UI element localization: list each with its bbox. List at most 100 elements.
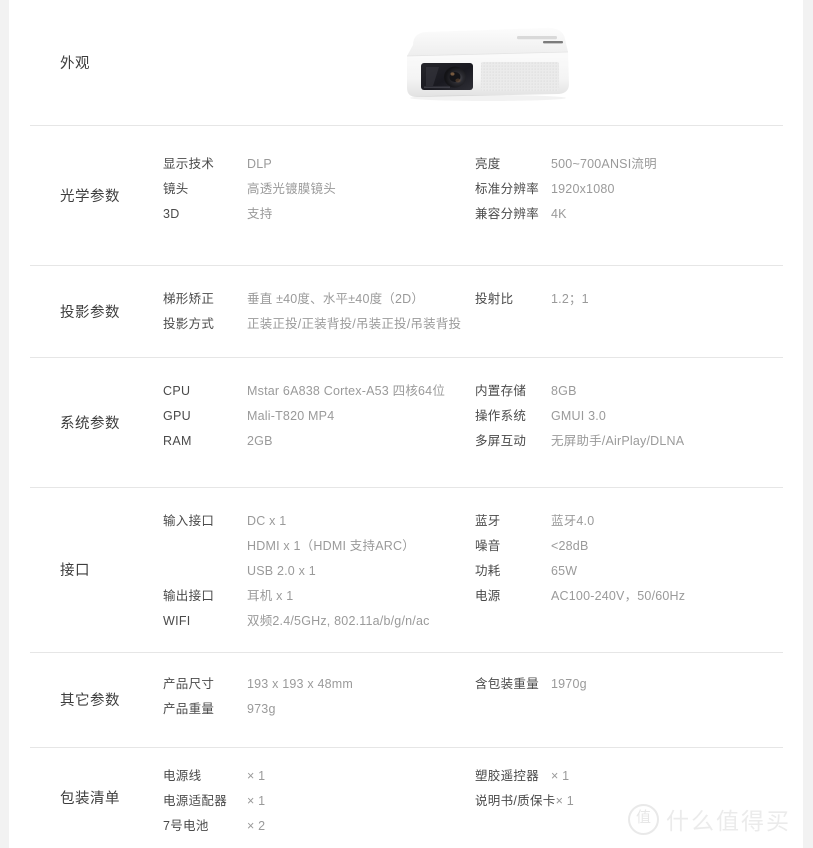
section-divider <box>30 487 783 488</box>
spec-key: 梯形矫正 <box>163 292 215 306</box>
spec-value: 高透光镀膜镜头 <box>247 182 336 196</box>
spec-key: 显示技术 <box>163 157 215 171</box>
section-other: 其它参数 产品尺寸 193 x 193 x 48mm 产品重量 973g 含包装… <box>9 652 803 747</box>
spec-row: 梯形矫正 垂直 ±40度、水平±40度（2D） <box>163 287 464 312</box>
spec-value: DC x 1 <box>247 514 287 528</box>
spec-row: 投射比 1.2；1 <box>475 287 803 312</box>
section-title-system: 系统参数 <box>60 415 120 432</box>
left-gutter <box>0 0 9 848</box>
spec-key: GPU <box>163 409 191 423</box>
section-divider <box>30 265 783 266</box>
appearance-title: 外观 <box>60 56 90 72</box>
spec-value: DLP <box>247 157 272 171</box>
section-columns: 显示技术 DLP 镜头 高透光镀膜镜头 3D 支持 亮度 500~700ANSI… <box>163 125 803 227</box>
spec-row: 噪音 <28dB <box>475 534 803 559</box>
spec-value: 973g <box>247 702 276 716</box>
spec-row: RAM 2GB <box>163 429 464 454</box>
spec-sheet: 外观 光学参数 显示技术 DLP 镜头 高透光镀膜镜头 3D 支持 亮度 500… <box>9 0 803 848</box>
spec-key: 电源适配器 <box>163 794 228 808</box>
section-divider <box>30 357 783 358</box>
projector-image <box>393 23 579 103</box>
spec-row: 蓝牙 蓝牙4.0 <box>475 509 803 534</box>
spec-key: 7号电池 <box>163 819 209 833</box>
left-column: CPU Mstar 6A838 Cortex-A53 四核64位 GPU Mal… <box>163 379 464 454</box>
spec-key: 多屏互动 <box>475 434 527 448</box>
spec-key: 投影方式 <box>163 317 215 331</box>
spec-key: 兼容分辨率 <box>475 207 540 221</box>
spec-key: 噪音 <box>475 539 501 553</box>
right-column: 含包装重量 1970g <box>464 672 803 697</box>
spec-row: WIFI 双频2.4/5GHz, 802.11a/b/g/n/ac <box>163 609 464 634</box>
spec-row: GPU Mali-T820 MP4 <box>163 404 464 429</box>
spec-row: 电源 AC100-240V，50/60Hz <box>475 584 803 609</box>
right-column: 投射比 1.2；1 <box>464 287 803 312</box>
spec-value: 500~700ANSI流明 <box>551 157 657 171</box>
spec-row: 含包装重量 1970g <box>475 672 803 697</box>
spec-row: 兼容分辨率 4K <box>475 202 803 227</box>
spec-key: 产品重量 <box>163 702 215 716</box>
spec-row: 投影方式 正装正投/正装背投/吊装正投/吊装背投 <box>163 312 464 337</box>
spec-value: 无屏助手/AirPlay/DLNA <box>551 434 685 448</box>
section-title-package: 包装清单 <box>60 791 120 807</box>
spec-row: HDMI x 1（HDMI 支持ARC） <box>163 534 464 559</box>
spec-value: 蓝牙4.0 <box>551 514 595 528</box>
spec-key: 蓝牙 <box>475 514 501 528</box>
section-divider <box>30 125 783 126</box>
spec-row: 说明书/质保卡 × 1 <box>475 789 803 814</box>
section-title-projection: 投影参数 <box>60 304 120 321</box>
spec-row: 功耗 65W <box>475 559 803 584</box>
spec-row: 多屏互动 无屏助手/AirPlay/DLNA <box>475 429 803 454</box>
spec-value: 2GB <box>247 434 273 448</box>
spec-key: 电源 <box>475 589 501 603</box>
spec-row: 电源适配器 × 1 <box>163 789 464 814</box>
section-package: 包装清单 电源线 × 1 电源适配器 × 1 7号电池 × 2 塑胶遥控器 × … <box>9 747 803 848</box>
spec-value: 1.2；1 <box>551 292 589 306</box>
section-optics: 光学参数 显示技术 DLP 镜头 高透光镀膜镜头 3D 支持 亮度 500~70… <box>9 125 803 265</box>
spec-row: 产品尺寸 193 x 193 x 48mm <box>163 672 464 697</box>
product-spec-page: 外观 光学参数 显示技术 DLP 镜头 高透光镀膜镜头 3D 支持 亮度 500… <box>0 0 813 848</box>
spec-value: GMUI 3.0 <box>551 409 607 423</box>
section-columns: 产品尺寸 193 x 193 x 48mm 产品重量 973g 含包装重量 19… <box>163 652 803 722</box>
spec-key: 内置存储 <box>475 384 527 398</box>
left-column: 电源线 × 1 电源适配器 × 1 7号电池 × 2 <box>163 764 464 839</box>
spec-row: 镜头 高透光镀膜镜头 <box>163 177 464 202</box>
spec-key: 含包装重量 <box>475 677 540 691</box>
spec-key: 标准分辨率 <box>475 182 540 196</box>
section-title-other: 其它参数 <box>60 693 120 709</box>
appearance-image-wrap <box>163 23 803 103</box>
spec-row: CPU Mstar 6A838 Cortex-A53 四核64位 <box>163 379 464 404</box>
section-columns: 输入接口 DC x 1 HDMI x 1（HDMI 支持ARC） USB 2.0… <box>163 487 803 634</box>
spec-key: CPU <box>163 384 191 398</box>
section-divider <box>30 652 783 653</box>
spec-row: 电源线 × 1 <box>163 764 464 789</box>
section-divider <box>30 747 783 748</box>
spec-row: 标准分辨率 1920x1080 <box>475 177 803 202</box>
left-column: 产品尺寸 193 x 193 x 48mm 产品重量 973g <box>163 672 464 722</box>
spec-value: 支持 <box>247 207 273 221</box>
spec-key: 塑胶遥控器 <box>475 769 540 783</box>
spec-key: 亮度 <box>475 157 501 171</box>
spec-value: 耳机 x 1 <box>247 589 294 603</box>
section-title-optics: 光学参数 <box>60 188 120 205</box>
spec-value: <28dB <box>551 539 589 553</box>
section-projection: 投影参数 梯形矫正 垂直 ±40度、水平±40度（2D） 投影方式 正装正投/正… <box>9 265 803 357</box>
spec-value: 8GB <box>551 384 577 398</box>
spec-row: 塑胶遥控器 × 1 <box>475 764 803 789</box>
spec-row: 输出接口 耳机 x 1 <box>163 584 464 609</box>
spec-key: 产品尺寸 <box>163 677 215 691</box>
left-column: 梯形矫正 垂直 ±40度、水平±40度（2D） 投影方式 正装正投/正装背投/吊… <box>163 287 464 337</box>
spec-key: 操作系统 <box>475 409 527 423</box>
spec-row: 7号电池 × 2 <box>163 814 464 839</box>
spec-key: WIFI <box>163 614 191 628</box>
spec-value: Mstar 6A838 Cortex-A53 四核64位 <box>247 384 446 398</box>
right-column: 内置存储 8GB 操作系统 GMUI 3.0 多屏互动 无屏助手/AirPlay… <box>464 379 803 454</box>
spec-key: 投射比 <box>475 292 514 306</box>
section-system: 系统参数 CPU Mstar 6A838 Cortex-A53 四核64位 GP… <box>9 357 803 487</box>
spec-value: × 1 <box>551 769 570 783</box>
spec-row: 亮度 500~700ANSI流明 <box>475 152 803 177</box>
spec-row: 内置存储 8GB <box>475 379 803 404</box>
spec-value: 1920x1080 <box>551 182 615 196</box>
spec-row: 显示技术 DLP <box>163 152 464 177</box>
spec-value: 双频2.4/5GHz, 802.11a/b/g/n/ac <box>247 614 430 628</box>
spec-key: 镜头 <box>163 182 189 196</box>
